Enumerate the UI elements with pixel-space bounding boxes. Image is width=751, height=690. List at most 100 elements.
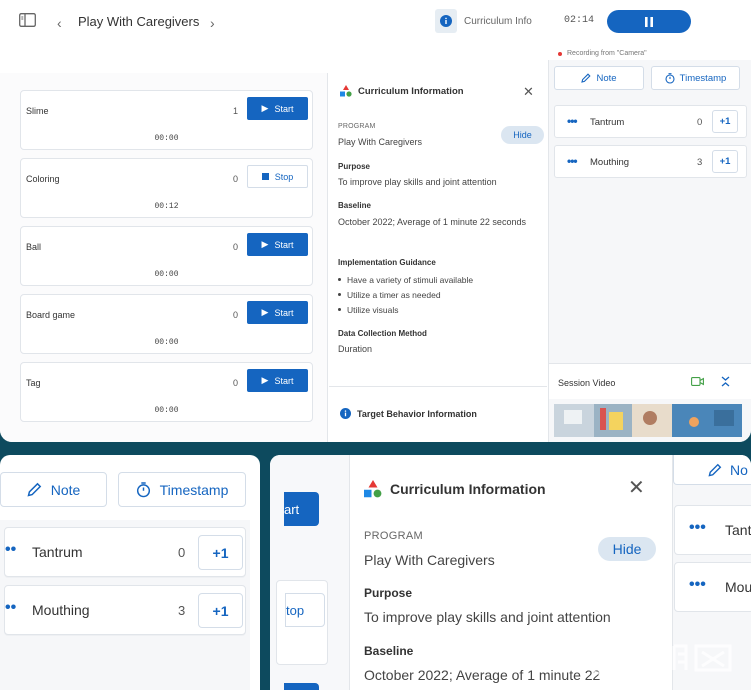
- frequency-name: Tantrum: [590, 117, 625, 128]
- start-button[interactable]: ▶ Start: [247, 369, 308, 392]
- forward-chevron-icon[interactable]: ›: [210, 15, 215, 31]
- increment-button[interactable]: +1: [198, 535, 243, 570]
- curriculum-info-label: Curriculum Info: [464, 15, 532, 27]
- zoom-start-button[interactable]: art: [284, 492, 319, 526]
- increment-button[interactable]: +1: [712, 150, 738, 173]
- method-value: Duration: [338, 344, 373, 354]
- curriculum-header: Curriculum Information: [340, 85, 464, 97]
- shapes-icon: [340, 85, 352, 97]
- session-video-bar: Session Video: [549, 363, 751, 399]
- collapse-icon[interactable]: [721, 376, 730, 387]
- hide-button[interactable]: Hide: [501, 126, 544, 144]
- zoom-frequency-card-tantrum: •• Tantrum 0 +1: [4, 527, 246, 577]
- pencil-icon: [27, 482, 41, 497]
- zoom-behavior-card: top: [276, 580, 328, 665]
- guidance-label: Implementation Guidance: [338, 258, 436, 267]
- zoom-note-button[interactable]: Note: [0, 472, 107, 507]
- frequency-name: Tant: [725, 522, 751, 538]
- program-label: PROGRAM: [364, 530, 423, 542]
- play-icon: ▶: [261, 375, 269, 385]
- session-video-preview[interactable]: [554, 404, 742, 437]
- more-options-icon[interactable]: •••: [567, 154, 578, 168]
- zoom-note-button[interactable]: No: [673, 455, 751, 485]
- frequency-count: 0: [697, 117, 703, 128]
- baseline-value: October 2022; Average of 1 minute 22 sec…: [338, 217, 526, 227]
- start-button[interactable]: ▶ Start: [247, 97, 308, 120]
- increment-button[interactable]: +1: [712, 110, 738, 133]
- back-chevron-icon[interactable]: ‹: [57, 15, 62, 31]
- frequency-card-tantrum: ••• Tantrum 0 +1: [554, 105, 747, 138]
- frequency-name: Mouthing: [32, 602, 90, 618]
- zoom-behavior-strip: art top: [270, 455, 350, 690]
- behavior-duration: 00:12: [154, 202, 179, 211]
- hide-button[interactable]: Hide: [598, 537, 656, 561]
- zoom-stop-button[interactable]: top: [285, 593, 325, 627]
- close-icon[interactable]: ✕: [628, 475, 645, 500]
- start-label: Start: [274, 239, 294, 250]
- timestamp-label: Timestamp: [679, 72, 727, 84]
- frequency-count: 3: [178, 603, 186, 618]
- frequency-count: 3: [697, 157, 703, 168]
- purpose-value: To improve play skills and joint attenti…: [364, 609, 611, 625]
- more-options-icon[interactable]: •••: [689, 576, 706, 594]
- zoom-frequency-card: Note Timestamp •• Tantrum 0 +1 •• Mouthi…: [0, 455, 260, 690]
- more-options-icon[interactable]: ••: [5, 541, 16, 559]
- curriculum-header: Curriculum Information: [364, 480, 546, 498]
- stopwatch-icon: [665, 72, 675, 84]
- behavior-card-board-game: Board game 0 ▶ Start 00:00: [20, 294, 313, 354]
- more-options-icon[interactable]: ••: [5, 599, 16, 617]
- more-options-icon[interactable]: •••: [689, 519, 706, 537]
- increment-button[interactable]: +1: [198, 593, 243, 628]
- timestamp-button[interactable]: Timestamp: [651, 66, 740, 90]
- guidance-item: Utilize visuals: [338, 302, 473, 317]
- frequency-name: Mouthing: [590, 157, 630, 168]
- note-label: Note: [50, 481, 81, 498]
- baseline-label: Baseline: [364, 644, 414, 658]
- behavior-card-tag: Tag 0 ▶ Start 00:00: [20, 362, 313, 422]
- note-label: No: [730, 461, 748, 478]
- behavior-duration: 00:00: [154, 338, 179, 347]
- top-bar: ‹ Play With Caregivers › Curriculum Info…: [0, 0, 751, 44]
- info-icon: [435, 9, 457, 33]
- pause-button[interactable]: [607, 10, 691, 33]
- zoom-frequency-card-mouthing: •• Mouthing 3 +1: [4, 585, 246, 635]
- pause-icon: [645, 16, 653, 27]
- video-camera-icon[interactable]: [691, 377, 704, 386]
- start-button[interactable]: ▶ Start: [247, 233, 308, 256]
- curriculum-title: Curriculum Information: [358, 85, 464, 97]
- zoom-frequency-card: ••• Mou: [674, 562, 751, 612]
- guidance-item: Utilize a timer as needed: [338, 287, 473, 302]
- stop-label: Stop: [274, 171, 294, 182]
- stop-button[interactable]: Stop: [247, 165, 308, 188]
- info-icon: [340, 408, 351, 419]
- sidebar-toggle-icon[interactable]: [19, 13, 36, 27]
- start-label: Start: [274, 375, 294, 386]
- recording-text: Recording from "Camera": [567, 50, 647, 57]
- close-icon[interactable]: ✕: [523, 84, 534, 100]
- guidance-list: Have a variety of stimuli available Util…: [338, 272, 473, 317]
- curriculum-info-panel: Curriculum Information ✕ PROGRAM Play Wi…: [329, 73, 547, 442]
- note-button[interactable]: Note: [554, 66, 644, 90]
- behavior-name: Slime: [26, 106, 49, 116]
- top-screenshot: ‹ Play With Caregivers › Curriculum Info…: [0, 0, 751, 442]
- curriculum-title: Curriculum Information: [390, 481, 546, 497]
- behavior-count: 1: [232, 106, 238, 116]
- frequency-name: Mou: [725, 579, 751, 595]
- start-button[interactable]: ▶ Start: [247, 301, 308, 324]
- curriculum-info-button[interactable]: Curriculum Info: [435, 9, 541, 33]
- timestamp-label: Timestamp: [159, 481, 229, 498]
- behavior-name: Board game: [26, 310, 76, 320]
- zoom-timestamp-button[interactable]: Timestamp: [118, 472, 246, 507]
- recording-status: Recording from "Camera": [558, 50, 647, 57]
- play-icon: ▶: [261, 307, 269, 317]
- purpose-label: Purpose: [364, 586, 413, 600]
- behavior-count: 0: [232, 242, 238, 252]
- more-options-icon[interactable]: •••: [567, 114, 578, 128]
- purpose-value: To improve play skills and joint attenti…: [338, 177, 497, 187]
- frequency-panel: Note Timestamp ••• Tantrum 0 +1 ••• Mout…: [548, 60, 751, 442]
- note-label: Note: [596, 72, 617, 84]
- target-behavior-row[interactable]: Target Behavior Information: [329, 386, 547, 442]
- session-timer: 02:14: [564, 15, 595, 26]
- zoom-start-button-partial[interactable]: [284, 683, 319, 690]
- behavior-card-coloring: Coloring 0 Stop 00:12: [20, 158, 313, 218]
